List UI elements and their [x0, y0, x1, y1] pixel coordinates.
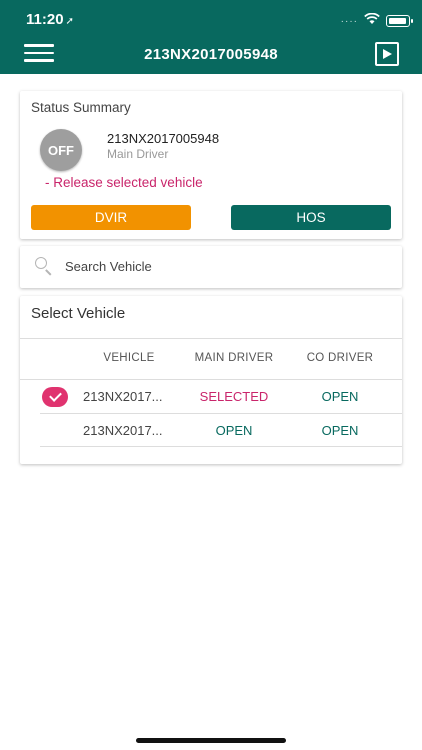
current-vehicle-id: 213NX2017005948	[107, 131, 220, 146]
row-divider	[40, 413, 402, 414]
status-summary-title: Status Summary	[31, 100, 131, 115]
page-title: 213NX2017005948	[144, 46, 278, 63]
wifi-icon	[364, 12, 380, 30]
signal-icon: ····	[340, 15, 358, 27]
row-vehicle-cell[interactable]: 213NX2017...	[83, 423, 163, 438]
search-card	[20, 246, 402, 288]
select-vehicle-card: Select Vehicle VEHICLE MAIN DRIVER CO DR…	[20, 296, 402, 464]
row-divider	[40, 446, 402, 447]
row-co-driver-cell[interactable]: OPEN	[300, 389, 380, 404]
table-header-divider	[20, 379, 402, 380]
header-divider	[20, 338, 402, 339]
dvir-button[interactable]: DVIR	[31, 205, 191, 230]
battery-icon	[386, 15, 413, 27]
release-vehicle-link[interactable]: - Release selected vehicle	[45, 175, 203, 190]
selected-check-icon[interactable]	[42, 387, 68, 407]
select-vehicle-title: Select Vehicle	[31, 305, 126, 322]
status-bar-time: 11:20 ➚	[26, 11, 74, 28]
column-header-vehicle: VEHICLE	[103, 352, 155, 364]
hos-button[interactable]: HOS	[231, 205, 391, 230]
top-app-bar: 11:20 ➚ ···· 213NX2017005948	[0, 0, 422, 74]
row-vehicle-cell[interactable]: 213NX2017...	[83, 389, 163, 404]
row-co-driver-cell[interactable]: OPEN	[300, 423, 380, 438]
driver-role-label: Main Driver	[107, 147, 169, 161]
column-header-main-driver: MAIN DRIVER	[194, 352, 274, 364]
column-header-co-driver: CO DRIVER	[306, 352, 374, 364]
location-arrow-icon: ➚	[65, 16, 74, 27]
search-icon	[35, 257, 47, 269]
home-indicator	[136, 738, 286, 743]
row-main-driver-cell[interactable]: SELECTED	[188, 389, 280, 404]
duty-status-badge[interactable]: OFF	[40, 129, 82, 171]
time-text: 11:20	[26, 11, 64, 28]
search-vehicle-input[interactable]	[65, 252, 385, 280]
row-main-driver-cell[interactable]: OPEN	[188, 423, 280, 438]
video-play-button[interactable]	[375, 42, 399, 66]
status-bar-icons: ····	[340, 12, 413, 30]
status-summary-card: Status Summary OFF 213NX2017005948 Main …	[20, 91, 402, 239]
